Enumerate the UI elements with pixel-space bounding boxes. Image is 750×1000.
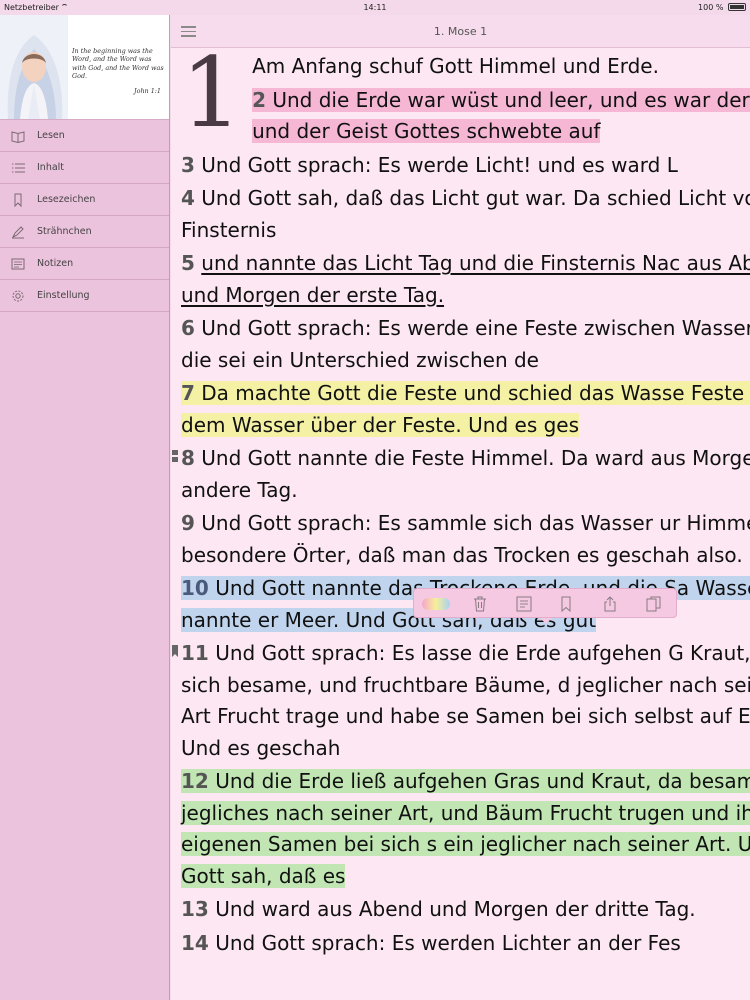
verse-number: 14 <box>181 930 209 955</box>
copy-button[interactable] <box>636 592 672 616</box>
add-note-button[interactable] <box>506 592 542 616</box>
verse-text: Und Gott nannte die Feste Himmel. Da war… <box>181 446 750 502</box>
virgin-mary-image <box>0 15 68 119</box>
note-icon <box>516 596 532 612</box>
verse-number: 7 <box>181 381 195 405</box>
highlighter-icon <box>11 226 24 239</box>
verse-text: Und Gott sprach: Es werde eine Feste zwi… <box>181 316 750 372</box>
verse-3[interactable]: 3 Und Gott sprach: Es werde Licht! und e… <box>181 150 750 182</box>
verse-1[interactable]: Am Anfang schuf Gott Himmel und Erde. <box>181 51 750 83</box>
verse-12[interactable]: 12 Und die Erde ließ aufgehen Gras und K… <box>181 766 750 892</box>
verse-11[interactable]: 11 Und Gott sprach: Es lasse die Erde au… <box>172 638 750 764</box>
sidebar-item-label: Lesezeichen <box>37 194 96 205</box>
bookmark-icon <box>561 596 571 613</box>
sidebar-item-notizen[interactable]: Notizen <box>0 248 169 280</box>
banner-reference: John 1:1 <box>134 87 161 95</box>
color-picker-icon <box>422 598 450 610</box>
verse-number: 11 <box>181 641 209 665</box>
verse-number: 8 <box>181 446 195 470</box>
verse-text: Und Gott sprach: Es sammle sich das Wass… <box>181 511 750 567</box>
bookmark-button[interactable] <box>548 592 584 616</box>
verse-4[interactable]: 4 Und Gott sah, daß das Licht gut war. D… <box>181 183 750 246</box>
page-title: 1. Mose 1 <box>433 25 488 38</box>
status-bar: Netzbetreiber 14:11 100 % <box>0 0 750 15</box>
verse-highlight: 7 Da machte Gott die Feste und schied da… <box>181 381 750 437</box>
sidebar-item-einstellung[interactable]: Einstellung <box>0 280 169 312</box>
verse-text: Da machte Gott die Feste und schied das … <box>181 381 750 437</box>
verse-number: 6 <box>181 316 195 340</box>
verse-number: 9 <box>181 511 195 535</box>
verse-number: 10 <box>181 576 209 600</box>
banner-verse: In the beginning was the Word, and the W… <box>72 47 164 81</box>
bookmark-marker-icon[interactable] <box>172 645 178 657</box>
verse-5[interactable]: 5 und nannte das Licht Tag und die Finst… <box>181 248 750 311</box>
verse-8[interactable]: 8 Und Gott nannte die Feste Himmel. Da w… <box>172 443 750 506</box>
sidebar-item-straehnchen[interactable]: Strähnchen <box>0 216 169 248</box>
battery-indicator: 100 % <box>698 3 746 12</box>
sidebar-item-label: Strähnchen <box>37 226 92 237</box>
verse-highlight: 12 Und die Erde ließ aufgehen Gras und K… <box>181 769 750 888</box>
sidebar-item-label: Lesen <box>37 130 65 141</box>
note-marker-icon[interactable] <box>172 450 178 462</box>
list-icon <box>12 163 25 173</box>
clock: 14:11 <box>363 3 387 12</box>
book-open-icon <box>11 131 25 144</box>
sidebar-item-inhalt[interactable]: Inhalt <box>0 152 169 184</box>
gear-icon <box>12 290 24 302</box>
battery-level: 100 % <box>698 3 724 12</box>
verse-banner: In the beginning was the Word, and the W… <box>0 15 169 120</box>
bookmark-icon <box>14 193 22 208</box>
share-icon <box>604 596 616 612</box>
verse-7[interactable]: 7 Da machte Gott die Feste und schied da… <box>181 378 750 441</box>
sidebar-item-lesezeichen[interactable]: Lesezeichen <box>0 184 169 216</box>
sidebar-item-label: Einstellung <box>37 290 90 301</box>
verse-9[interactable]: 9 Und Gott sprach: Es sammle sich das Wa… <box>181 508 750 571</box>
verse-number: 2 <box>252 87 266 112</box>
selection-toolbar <box>413 588 677 624</box>
chapter-text[interactable]: 1 Am Anfang schuf Gott Himmel und Erde. … <box>172 45 750 961</box>
verse-number: 5 <box>181 251 195 275</box>
verse-number: 13 <box>181 897 209 921</box>
verse-6[interactable]: 6 Und Gott sprach: Es werde eine Feste z… <box>181 313 750 376</box>
sidebar: In the beginning was the Word, and the W… <box>0 15 170 1000</box>
verse-text: Und Gott sprach: Es werden Lichter an de… <box>215 930 681 955</box>
battery-icon <box>728 3 746 11</box>
sidebar-item-label: Inhalt <box>37 162 65 173</box>
verse-text: Und die Erde war wüst und leer, und es w… <box>252 87 750 144</box>
color-picker-button[interactable] <box>418 592 454 616</box>
verse-text: Und Gott sah, daß das Licht gut war. Da … <box>181 186 750 242</box>
verse-number: 3 <box>181 152 195 177</box>
verse-text: und nannte das Licht Tag und die Finster… <box>181 251 750 307</box>
verse-2[interactable]: 2 Und die Erde war wüst und leer, und es… <box>181 85 750 148</box>
verse-text: Und Gott sprach: Es lasse die Erde aufge… <box>181 641 750 760</box>
delete-button[interactable] <box>462 592 498 616</box>
verse-text: Und Gott sprach: Es werde Licht! und es … <box>201 152 678 177</box>
verse-number: 12 <box>181 769 209 793</box>
verse-text: Und die Erde ließ aufgehen Gras und Krau… <box>181 769 750 888</box>
sidebar-item-label: Notizen <box>37 258 74 269</box>
share-button[interactable] <box>592 592 628 616</box>
verse-highlight: 2 Und die Erde war wüst und leer, und es… <box>252 87 750 144</box>
reader-pane: 1. Mose 1 1 Am Anfang schuf Gott Himmel … <box>171 15 750 1000</box>
verse-number: 4 <box>181 186 195 210</box>
trash-icon <box>474 596 486 612</box>
sidebar-item-lesen[interactable]: Lesen <box>0 120 169 152</box>
note-icon <box>11 258 25 270</box>
verse-13[interactable]: 13 Und ward aus Abend und Morgen der dri… <box>181 894 750 926</box>
nav-bar: 1. Mose 1 <box>171 15 750 48</box>
verse-text: Und ward aus Abend und Morgen der dritte… <box>215 897 696 921</box>
verse-14[interactable]: 14 Und Gott sprach: Es werden Lichter an… <box>181 928 750 960</box>
verse-text: Am Anfang schuf Gott Himmel und Erde. <box>252 54 659 78</box>
copy-icon <box>646 596 661 612</box>
